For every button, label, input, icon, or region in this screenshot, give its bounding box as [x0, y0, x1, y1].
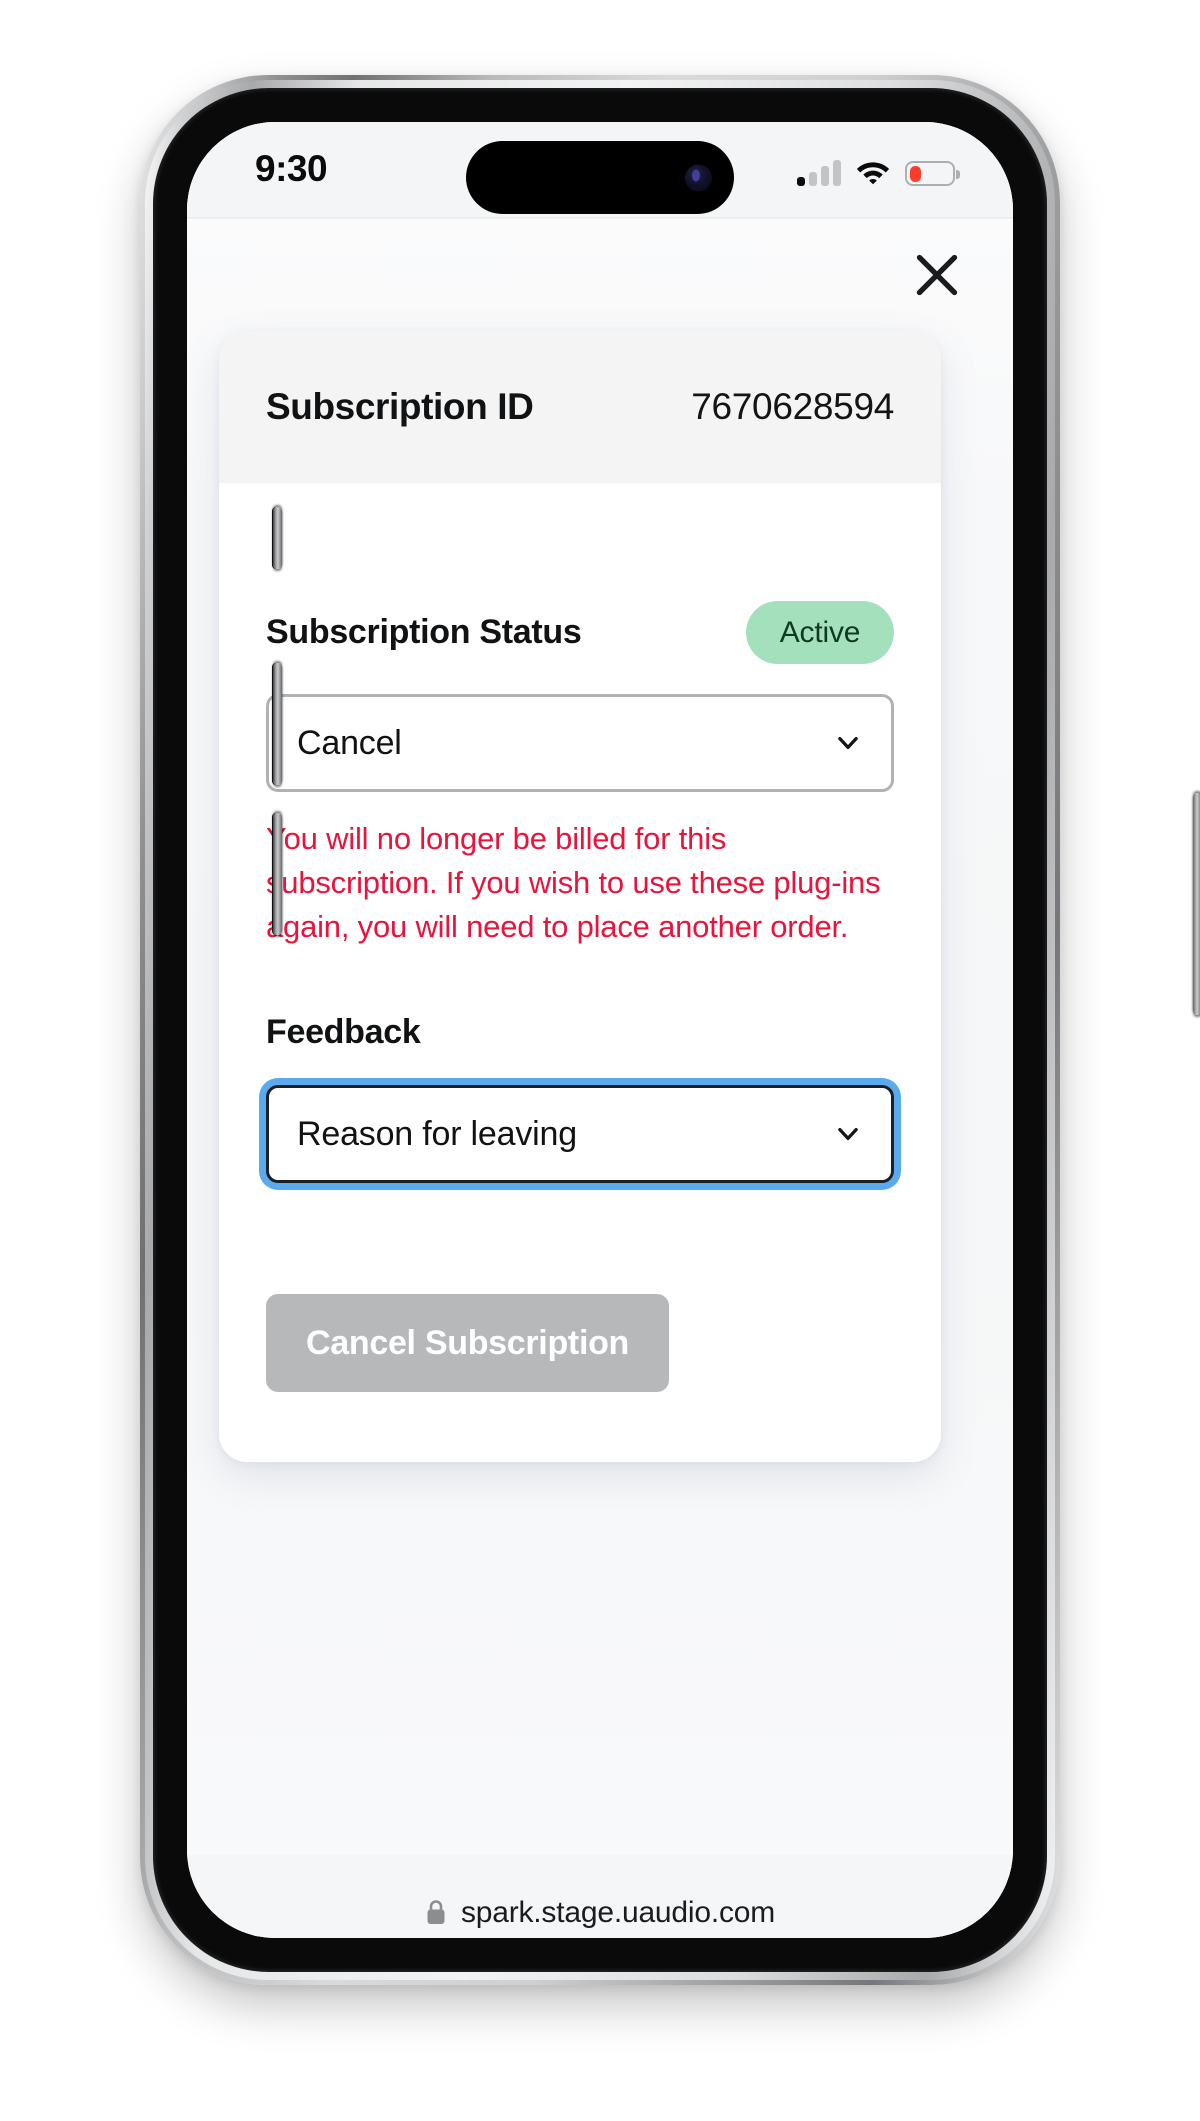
phone-screen: 9:30 Subscription ID 7670628594 Subscrip… — [187, 122, 1013, 1938]
chevron-down-icon — [838, 737, 858, 749]
lock-icon — [427, 1900, 445, 1924]
feedback-reason-select[interactable]: Reason for leaving — [266, 1085, 894, 1184]
subscription-status-select[interactable]: Cancel — [266, 694, 894, 792]
front-camera-icon — [685, 164, 712, 191]
subscription-id-value: 7670628594 — [691, 386, 894, 427]
screenshot-stage: 9:30 Subscription ID 7670628594 Subscrip… — [0, 0, 1200, 2121]
feedback-section: Feedback Reason for leaving — [266, 1013, 894, 1190]
chevron-down-icon — [838, 1128, 858, 1141]
status-bar-indicators — [797, 154, 960, 186]
feedback-reason-select-value: Reason for leaving — [297, 1114, 577, 1153]
ios-status-bar: 9:30 — [187, 122, 1013, 217]
modal-top-bar — [187, 219, 1013, 331]
subscription-card: Subscription ID 7670628594 Subscription … — [219, 331, 941, 1463]
close-icon[interactable] — [909, 247, 965, 303]
feedback-title: Feedback — [266, 1013, 421, 1052]
feedback-select-wrapper: Reason for leaving — [266, 1078, 894, 1190]
signal-bars-icon — [797, 160, 841, 186]
subscription-status-title: Subscription Status — [266, 613, 582, 651]
web-page-body: Subscription ID 7670628594 Subscription … — [187, 219, 1013, 1855]
volume-up-button[interactable] — [273, 663, 282, 785]
subscription-id-header: Subscription ID 7670628594 — [219, 331, 941, 483]
phone-frame: 9:30 Subscription ID 7670628594 Subscrip… — [140, 75, 1200, 1985]
screen-content: 9:30 Subscription ID 7670628594 Subscrip… — [187, 122, 1013, 1938]
status-bar-time: 9:30 — [255, 148, 328, 189]
subscription-card-body: Subscription Status Active Cancel You wi… — [219, 483, 941, 1462]
power-button[interactable] — [1193, 793, 1200, 1015]
status-badge: Active — [746, 601, 894, 664]
cancellation-warning-text: You will no longer be billed for this su… — [266, 821, 881, 945]
silence-switch-button[interactable] — [273, 507, 282, 569]
subscription-status-row: Subscription Status Active — [266, 601, 894, 664]
subscription-id-label: Subscription ID — [266, 386, 534, 427]
volume-down-button[interactable] — [273, 813, 282, 935]
subscription-status-select-value: Cancel — [297, 723, 402, 762]
wifi-icon — [856, 162, 890, 185]
cancel-subscription-button[interactable]: Cancel Subscription — [266, 1294, 670, 1393]
browser-url-bar[interactable]: spark.stage.uaudio.com — [187, 1855, 1013, 1938]
battery-low-icon — [905, 161, 960, 186]
dynamic-island — [466, 141, 734, 214]
url-text: spark.stage.uaudio.com — [460, 1895, 776, 1929]
phone-body: 9:30 Subscription ID 7670628594 Subscrip… — [153, 88, 1047, 1972]
battery-fill — [909, 165, 921, 182]
